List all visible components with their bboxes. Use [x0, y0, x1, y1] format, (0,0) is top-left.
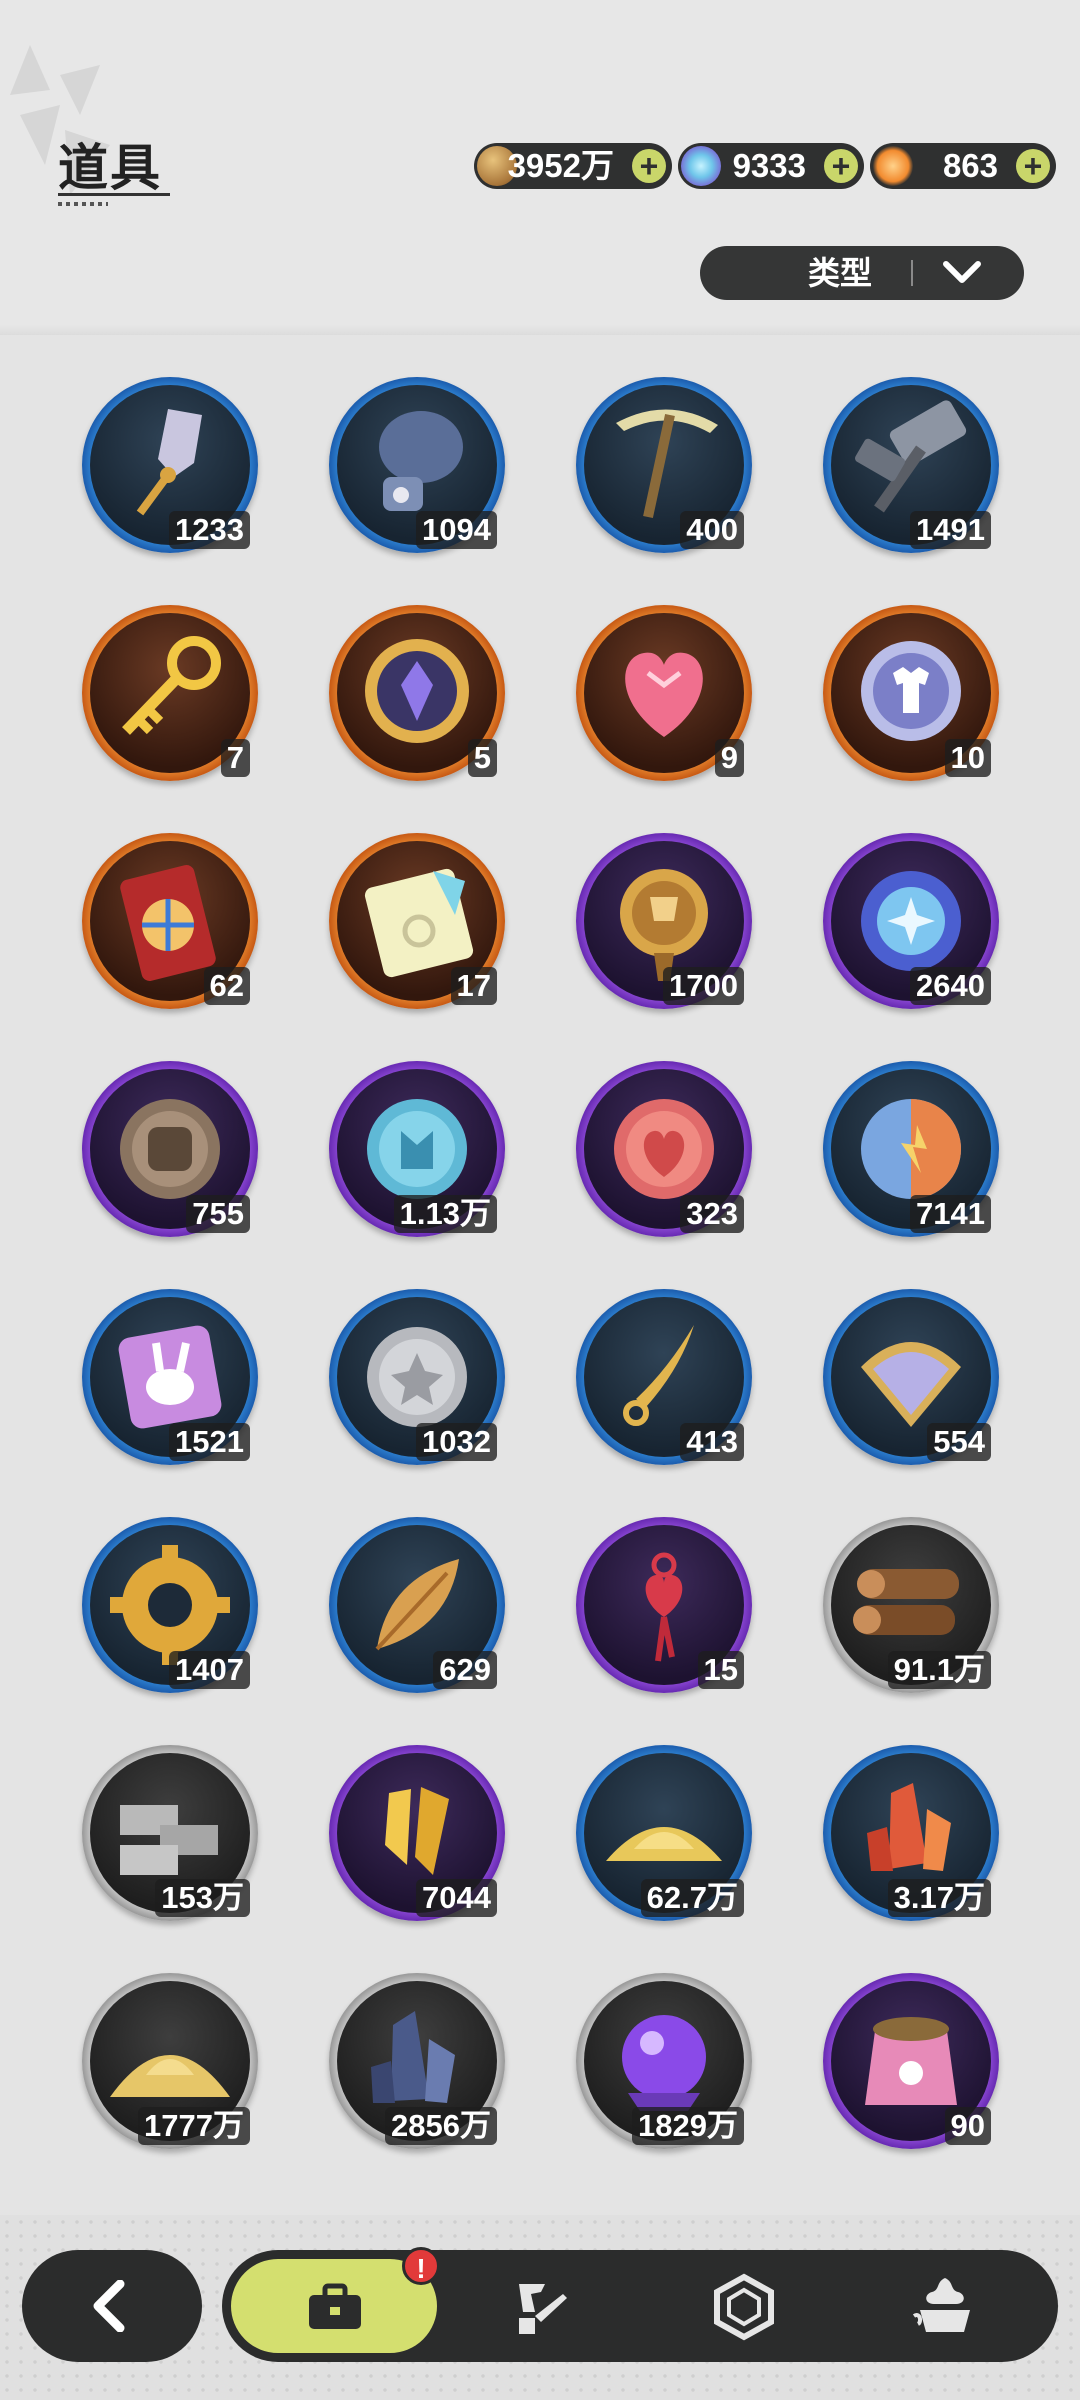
item-slot[interactable]: 413: [576, 1289, 752, 1465]
page-title: 道具: [58, 140, 162, 196]
item-count: 62.7万: [640, 1879, 744, 1917]
item-slot[interactable]: 1032: [329, 1289, 505, 1465]
item-count: 62: [203, 967, 250, 1005]
item-count: 7044: [416, 1879, 497, 1917]
equipment-icon[interactable]: [505, 2272, 575, 2342]
item-slot[interactable]: 1.13万: [329, 1061, 505, 1237]
item-slot[interactable]: 62: [82, 833, 258, 1009]
item-count: 1233: [169, 511, 250, 549]
bag-icon: [309, 2283, 361, 2329]
item-count: 323: [680, 1195, 744, 1233]
title-underline: [58, 193, 170, 196]
chevron-down-icon: [943, 261, 981, 283]
item-count: 9: [714, 739, 744, 777]
item-slot[interactable]: 15: [576, 1517, 752, 1693]
item-count: 17: [450, 967, 497, 1005]
item-grid: 1233 1094 400 1491 7 5 9 10 62 17 1700 2640 755 1.13万…: [0, 335, 1080, 2215]
item-slot[interactable]: 323: [576, 1061, 752, 1237]
currency-gold-value: 3952万: [507, 147, 614, 184]
type-filter-dropdown[interactable]: 类型: [700, 246, 1024, 300]
item-count: 413: [680, 1423, 744, 1461]
item-slot[interactable]: 7141: [823, 1061, 999, 1237]
item-count: 1777万: [138, 2107, 250, 2145]
item-slot[interactable]: 9: [576, 605, 752, 781]
item-count: 10: [944, 739, 991, 777]
item-count: 90: [944, 2107, 991, 2145]
notification-badge: !: [402, 2247, 440, 2285]
item-slot[interactable]: 1407: [82, 1517, 258, 1693]
item-count: 15: [697, 1651, 744, 1689]
item-slot[interactable]: 1700: [576, 833, 752, 1009]
item-slot[interactable]: 62.7万: [576, 1745, 752, 1921]
item-slot[interactable]: 554: [823, 1289, 999, 1465]
item-slot[interactable]: 1521: [82, 1289, 258, 1465]
currency-crystal-value: 9333: [732, 147, 806, 184]
item-slot[interactable]: 1094: [329, 377, 505, 553]
item-slot[interactable]: 629: [329, 1517, 505, 1693]
item-count: 5: [467, 739, 497, 777]
item-count: 1032: [416, 1423, 497, 1461]
back-arrow-icon: [93, 2280, 125, 2332]
item-slot[interactable]: 7044: [329, 1745, 505, 1921]
item-count: 3.17万: [887, 1879, 991, 1917]
item-slot[interactable]: 91.1万: [823, 1517, 999, 1693]
top-bar: 道具 3952万 + 9333 + 863 + 类型: [0, 0, 1080, 335]
item-slot[interactable]: 1233: [82, 377, 258, 553]
add-crystal-button[interactable]: +: [824, 149, 858, 183]
currency-crystal: 9333 +: [678, 143, 864, 189]
item-slot[interactable]: 90: [823, 1973, 999, 2149]
item-count: 629: [433, 1651, 497, 1689]
crystal-icon: [681, 146, 721, 186]
type-filter-label: 类型: [807, 255, 872, 291]
item-slot[interactable]: 3.17万: [823, 1745, 999, 1921]
hexagon-gem-icon[interactable]: [709, 2272, 779, 2342]
item-count: 153万: [155, 1879, 250, 1917]
item-count: 755: [186, 1195, 250, 1233]
item-count: 1829万: [632, 2107, 744, 2145]
item-slot[interactable]: 2640: [823, 833, 999, 1009]
filter-divider: [911, 260, 913, 286]
item-count: 1094: [416, 511, 497, 549]
currency-gold: 3952万 +: [474, 143, 672, 189]
item-count: 1700: [663, 967, 744, 1005]
item-count: 7: [220, 739, 250, 777]
item-slot[interactable]: 400: [576, 377, 752, 553]
star-icon: [873, 146, 913, 186]
item-slot[interactable]: 1491: [823, 377, 999, 553]
item-slot[interactable]: 17: [329, 833, 505, 1009]
item-slot[interactable]: 153万: [82, 1745, 258, 1921]
add-star-button[interactable]: +: [1016, 149, 1050, 183]
add-gold-button[interactable]: +: [632, 149, 666, 183]
item-slot[interactable]: 755: [82, 1061, 258, 1237]
item-count: 2640: [910, 967, 991, 1005]
currency-star: 863 +: [870, 143, 1056, 189]
item-count: 2856万: [385, 2107, 497, 2145]
item-count: 554: [927, 1423, 991, 1461]
item-slot[interactable]: 2856万: [329, 1973, 505, 2149]
item-count: 7141: [910, 1195, 991, 1233]
item-slot[interactable]: 10: [823, 605, 999, 781]
item-count: 1491: [910, 511, 991, 549]
dessert-icon[interactable]: [910, 2272, 980, 2342]
item-count: 91.1万: [887, 1651, 991, 1689]
currency-star-value: 863: [942, 147, 998, 184]
item-count: 1407: [169, 1651, 250, 1689]
item-slot[interactable]: 1777万: [82, 1973, 258, 2149]
item-count: 400: [680, 511, 744, 549]
item-slot[interactable]: 5: [329, 605, 505, 781]
item-count: 1521: [169, 1423, 250, 1461]
item-slot[interactable]: 7: [82, 605, 258, 781]
item-slot[interactable]: 1829万: [576, 1973, 752, 2149]
back-button[interactable]: [22, 2250, 202, 2362]
title-dots: [58, 202, 108, 206]
item-count: 1.13万: [393, 1195, 497, 1233]
